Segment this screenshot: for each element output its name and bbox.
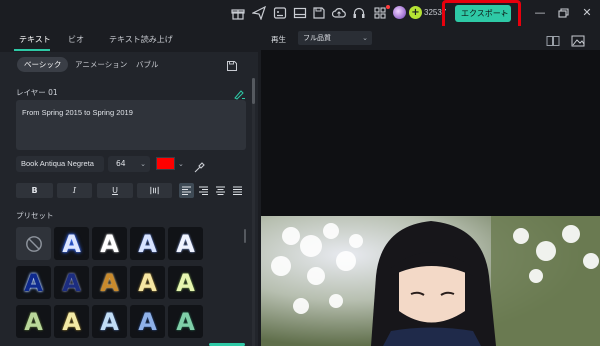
preset-letter: A <box>24 268 43 297</box>
template-icon[interactable] <box>273 6 287 20</box>
preset-letter: A <box>138 268 157 297</box>
char-spacing-button[interactable] <box>137 183 172 198</box>
preset-letter: A <box>62 268 81 297</box>
italic-button[interactable]: I <box>57 183 92 198</box>
minimize-icon[interactable]: — <box>532 5 548 21</box>
preset-none[interactable] <box>16 227 51 260</box>
chevron-down-icon: ⌄ <box>362 34 368 42</box>
preset-item[interactable]: A <box>168 227 203 260</box>
app-window: + 32537 エクスポート ⌄ — ✕ テキスト ビオ テキスト読み上げ ベー… <box>0 0 600 346</box>
display-icon[interactable] <box>293 6 307 20</box>
preset-item[interactable]: A <box>54 305 89 338</box>
preset-item[interactable]: A <box>54 266 89 299</box>
close-icon[interactable]: ✕ <box>579 5 595 21</box>
font-size-value: 64 <box>116 159 126 168</box>
save-preset-icon[interactable] <box>226 57 238 71</box>
send-icon[interactable] <box>252 6 266 20</box>
preset-grid: A A A A A A A A A A A A A A <box>16 227 246 346</box>
preset-item[interactable]: A <box>92 305 127 338</box>
restore-icon[interactable] <box>555 5 571 21</box>
brush-icon[interactable] <box>233 85 245 100</box>
player-toolbar: 再生 フル品質 ⌄ <box>261 26 600 50</box>
preset-item[interactable]: A <box>130 305 165 338</box>
preset-item[interactable]: A <box>92 227 127 260</box>
chevron-down-icon[interactable]: ⌄ <box>178 156 184 172</box>
tab-video[interactable]: ビオ <box>68 34 84 45</box>
align-right-icon[interactable] <box>196 183 211 198</box>
align-center-icon[interactable] <box>213 183 228 198</box>
preset-letter: A <box>100 268 119 297</box>
preset-letter: A <box>62 229 81 258</box>
cloud-upload-icon[interactable] <box>332 6 346 20</box>
preset-letter: A <box>138 229 157 258</box>
text-properties-panel: テキスト ビオ テキスト読み上げ ベーシック アニメーション バブル レイヤー … <box>0 26 258 346</box>
text-color-swatch[interactable] <box>156 157 175 170</box>
player-panel: 再生 フル品質 ⌄ <box>261 26 600 346</box>
active-tab-indicator <box>14 49 50 51</box>
preset-item[interactable]: A <box>168 305 203 338</box>
font-family-value: Book Antiqua Negreta <box>21 159 94 168</box>
font-size-select[interactable]: 64 ⌄ <box>108 156 150 172</box>
eyedropper-icon[interactable] <box>194 158 205 173</box>
preview-canvas <box>261 50 600 216</box>
player-label: 再生 <box>271 35 286 44</box>
preview-image <box>261 216 600 346</box>
title-bar: + 32537 エクスポート ⌄ — ✕ <box>0 0 600 30</box>
font-family-select[interactable]: Book Antiqua Negreta <box>16 156 104 172</box>
text-content-input[interactable]: From Spring 2015 to Spring 2019 <box>16 100 246 150</box>
notification-dot <box>386 5 390 9</box>
layer-label: レイヤー 01 <box>16 88 58 97</box>
quality-value: フル品質 <box>303 34 331 42</box>
subtab-animation[interactable]: アニメーション <box>68 57 134 72</box>
bold-button[interactable]: B <box>16 183 53 198</box>
preset-item[interactable]: A <box>130 227 165 260</box>
compare-view-icon[interactable] <box>546 32 560 46</box>
preset-letter: A <box>176 229 195 258</box>
gift-icon[interactable] <box>231 6 245 20</box>
subtab-bubble[interactable]: バブル <box>129 57 166 72</box>
subtabs: ベーシック アニメーション バブル <box>0 52 258 76</box>
chevron-down-icon: ⌄ <box>140 160 146 168</box>
preset-item[interactable]: A <box>16 266 51 299</box>
credit-icon: + <box>409 6 422 19</box>
panel-scrollbar-thumb[interactable] <box>252 78 255 104</box>
panel-tabs: テキスト ビオ テキスト読み上げ <box>0 26 258 52</box>
subtab-basic[interactable]: ベーシック <box>17 57 69 72</box>
quality-select[interactable]: フル品質 ⌄ <box>298 31 372 45</box>
preset-letter: A <box>62 307 81 336</box>
save-icon[interactable] <box>312 6 326 20</box>
preset-item[interactable]: A <box>92 266 127 299</box>
grid-apps-icon[interactable] <box>373 6 387 20</box>
align-left-icon[interactable] <box>179 183 194 198</box>
preset-item[interactable]: A <box>130 266 165 299</box>
preset-letter: A <box>176 307 195 336</box>
preset-letter: A <box>24 307 43 336</box>
preset-item[interactable]: A <box>168 266 203 299</box>
preset-item[interactable]: A <box>16 305 51 338</box>
preset-letter: A <box>176 268 195 297</box>
preset-letter: A <box>100 229 119 258</box>
preset-scrollbar[interactable] <box>244 229 246 243</box>
align-justify-icon[interactable] <box>230 183 245 198</box>
preset-item[interactable]: A <box>54 227 89 260</box>
tab-text-to-speech[interactable]: テキスト読み上げ <box>109 34 173 45</box>
tab-text[interactable]: テキスト <box>19 34 51 45</box>
preset-letter: A <box>138 307 157 336</box>
preset-letter: A <box>100 307 119 336</box>
avatar[interactable] <box>393 6 406 19</box>
panel-scrollbar[interactable] <box>252 78 255 346</box>
image-icon[interactable] <box>571 32 585 47</box>
underline-button[interactable]: U <box>97 183 133 198</box>
preset-label: プリセット <box>16 211 54 220</box>
headset-icon[interactable] <box>352 6 366 20</box>
